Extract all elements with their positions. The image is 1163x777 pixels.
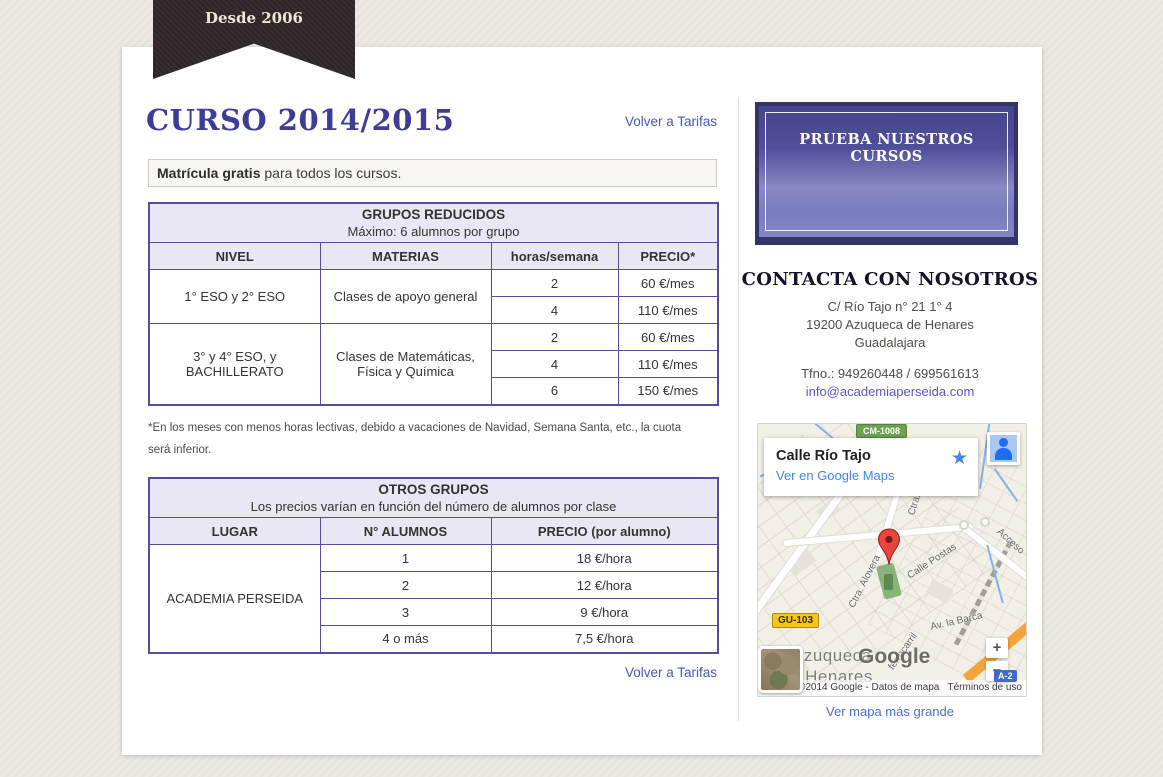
road-badge-gu103: GU-103 [772, 613, 819, 628]
cell-materias-1: Clases de apoyo general [320, 270, 491, 324]
address-line: Guadalajara [738, 334, 1042, 352]
col-alumnos: N° ALUMNOS [320, 518, 491, 545]
map-attribution-text: ©2014 Google - Datos de mapa [798, 680, 939, 696]
cell-lugar: ACADEMIA PERSEIDA [149, 545, 320, 653]
table-row: ACADEMIA PERSEIDA 1 18 €/hora [149, 545, 718, 572]
map-marker-pin[interactable] [877, 528, 901, 571]
promo-banner[interactable]: PRUEBA NUESTROS CURSOS [755, 102, 1018, 245]
grupos-table-title: GRUPOS REDUCIDOS [154, 206, 713, 223]
address-line: C/ Río Tajo n° 21 1° 4 [738, 298, 1042, 316]
col-precio-alumno: PRECIO (por alumno) [491, 518, 718, 545]
promo-bold-text: Matrícula gratis [157, 165, 260, 181]
contact-phone-block: Tfno.: 949260448 / 699561613 info@academ… [738, 365, 1042, 401]
grupos-header-row: NIVEL MATERIAS horas/semana PRECIO* [149, 243, 718, 270]
otros-header-row: LUGAR N° ALUMNOS PRECIO (por alumno) [149, 518, 718, 545]
map-roundabout [980, 517, 990, 527]
cell-horas: 2 [491, 270, 618, 297]
view-bigger-map-link[interactable]: Ver mapa más grande [826, 704, 954, 719]
cell-alumnos: 1 [320, 545, 491, 572]
promo-box: Matrícula gratis para todos los cursos. [148, 159, 717, 187]
bigger-map-link-wrap: Ver mapa más grande [738, 704, 1042, 719]
table-row: 1° ESO y 2° ESO Clases de apoyo general … [149, 270, 718, 297]
back-to-tarifas-link-bottom[interactable]: Volver a Tarifas [625, 665, 717, 680]
cell-precio: 18 €/hora [491, 545, 718, 572]
col-horas: horas/semana [491, 243, 618, 270]
grupos-reducidos-table: GRUPOS REDUCIDOS Máximo: 6 alumnos por g… [148, 202, 719, 406]
promo-banner-frame: PRUEBA NUESTROS CURSOS [765, 112, 1008, 231]
otros-table-caption: OTROS GRUPOS Los precios varían en funci… [149, 478, 718, 518]
price-footnote: *En los meses con menos horas lectivas, … [148, 417, 704, 461]
save-star-icon[interactable]: ★ [951, 449, 968, 468]
map-place-title: Calle Río Tajo [776, 448, 966, 464]
back-to-tarifas-link-top[interactable]: Volver a Tarifas [625, 114, 717, 129]
contact-title: CONTACTA CON NOSOTROS [738, 269, 1042, 290]
since-ribbon-label: Desde 2006 [205, 9, 303, 27]
satellite-view-toggle[interactable] [758, 646, 803, 693]
table-row: 3° y 4° ESO, y BACHILLERATO Clases de Ma… [149, 324, 718, 351]
grupos-table-caption: GRUPOS REDUCIDOS Máximo: 6 alumnos por g… [149, 203, 718, 243]
cell-precio: 12 €/hora [491, 572, 718, 599]
cell-precio: 7,5 €/hora [491, 626, 718, 653]
cell-precio: 110 €/mes [618, 297, 718, 324]
map-info-card: Calle Río Tajo Ver en Google Maps ★ [764, 438, 978, 496]
col-lugar: LUGAR [149, 518, 320, 545]
cell-precio: 60 €/mes [618, 324, 718, 351]
cell-precio: 60 €/mes [618, 270, 718, 297]
cell-horas: 4 [491, 351, 618, 378]
page-title: CURSO 2014/2015 [146, 103, 454, 137]
terms-of-use-link[interactable]: Términos de uso [948, 680, 1022, 696]
otros-table-subtitle: Los precios varían en función del número… [154, 498, 713, 515]
road-badge-cm1008: CM-1008 [856, 424, 907, 438]
promo-banner-title: PRUEBA NUESTROS CURSOS [766, 131, 1007, 165]
otros-table-title: OTROS GRUPOS [154, 481, 713, 498]
cell-nivel-2: 3° y 4° ESO, y BACHILLERATO [149, 324, 320, 405]
col-precio: PRECIO* [618, 243, 718, 270]
google-logo[interactable]: Google [858, 645, 930, 669]
map-park-area [884, 574, 893, 590]
view-on-google-maps-link[interactable]: Ver en Google Maps [776, 468, 895, 483]
col-nivel: NIVEL [149, 243, 320, 270]
column-divider [738, 97, 739, 721]
cell-horas: 2 [491, 324, 618, 351]
cell-precio: 9 €/hora [491, 599, 718, 626]
cell-precio: 150 €/mes [618, 378, 718, 405]
cell-precio: 110 €/mes [618, 351, 718, 378]
phone-line: Tfno.: 949260448 / 699561613 [738, 365, 1042, 383]
street-view-pegman-button[interactable] [987, 432, 1020, 465]
cell-alumnos: 4 o más [320, 626, 491, 653]
email-link[interactable]: info@academiaperseida.com [806, 384, 975, 399]
google-map-embed[interactable]: Ctra. Al Calle Postas Ctra. Alovera Av. … [757, 423, 1027, 697]
otros-grupos-table: OTROS GRUPOS Los precios varían en funci… [148, 477, 719, 654]
road-badge-a2: A-2 [994, 670, 1017, 682]
cell-nivel-1: 1° ESO y 2° ESO [149, 270, 320, 324]
grupos-table-subtitle: Máximo: 6 alumnos por grupo [154, 223, 713, 240]
pegman-icon [990, 435, 1017, 462]
content-card: CURSO 2014/2015 Volver a Tarifas Matrícu… [122, 47, 1042, 755]
contact-address: C/ Río Tajo n° 21 1° 4 19200 Azuqueca de… [738, 298, 1042, 352]
cell-horas: 4 [491, 297, 618, 324]
cell-horas: 6 [491, 378, 618, 405]
cell-alumnos: 2 [320, 572, 491, 599]
address-line: 19200 Azuqueca de Henares [738, 316, 1042, 334]
col-materias: MATERIAS [320, 243, 491, 270]
cell-alumnos: 3 [320, 599, 491, 626]
zoom-in-button[interactable]: + [986, 638, 1008, 658]
cell-materias-2: Clases de Matemáticas, Física y Química [320, 324, 491, 405]
map-roundabout [959, 520, 969, 530]
promo-rest-text: para todos los cursos. [260, 165, 401, 181]
